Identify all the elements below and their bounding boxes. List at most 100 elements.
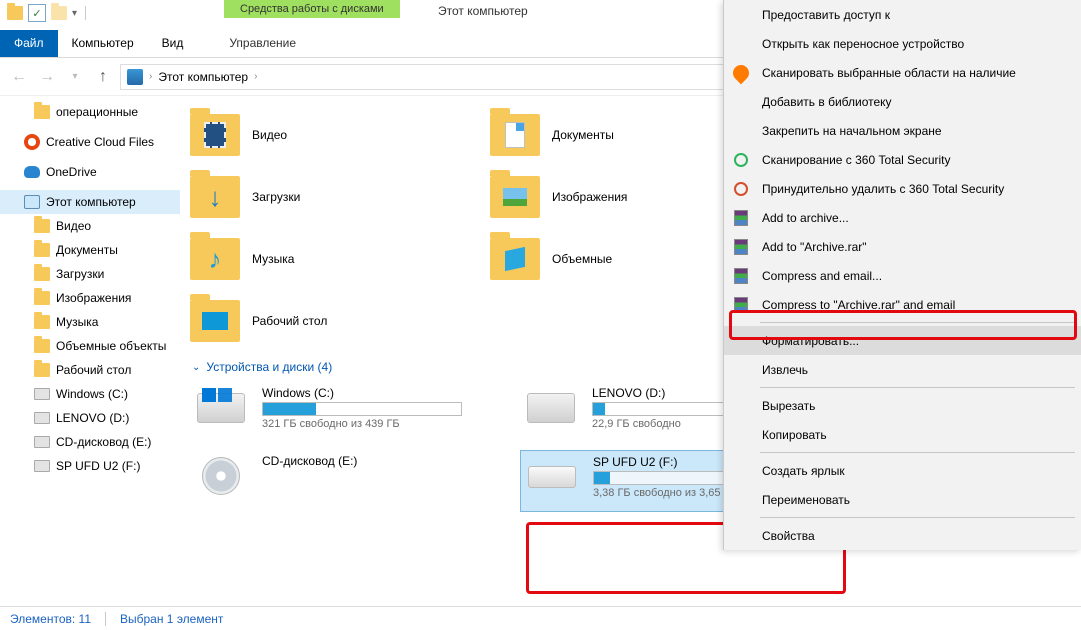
tree-label: CD-дисковод (E:) <box>56 435 151 449</box>
documents-icon <box>34 243 50 257</box>
context-menu-label: Извлечь <box>762 363 808 377</box>
context-menu-label: Compress to "Archive.rar" and email <box>762 298 955 312</box>
recent-dropdown-icon[interactable]: ▾ <box>64 66 86 88</box>
context-menu-label: Копировать <box>762 428 827 442</box>
context-menu: Предоставить доступ к Открыть как перенос… <box>723 0 1081 550</box>
context-menu-label: Сканировать выбранные области на наличие <box>762 66 1016 80</box>
winrar-icon <box>732 296 750 314</box>
context-menu-item[interactable]: Форматировать... <box>724 326 1081 355</box>
drive-name: CD-дисковод (E:) <box>262 454 482 468</box>
chevron-right-icon[interactable]: › <box>149 71 152 82</box>
tab-manage[interactable]: Управление <box>215 30 310 57</box>
context-menu-label: Форматировать... <box>762 334 859 348</box>
context-menu-label: Добавить в библиотеку <box>762 95 892 109</box>
capacity-bar <box>262 402 462 416</box>
context-menu-item[interactable]: Предоставить доступ к <box>724 0 1081 29</box>
forward-button[interactable]: → <box>36 66 58 88</box>
folder-music[interactable]: ♪Музыка <box>190 228 490 290</box>
context-menu-label: Принудительно удалить с 360 Total Securi… <box>762 182 1004 196</box>
context-menu-item[interactable]: Add to "Archive.rar" <box>724 232 1081 261</box>
tree-item[interactable]: Рабочий стол <box>0 358 180 382</box>
context-menu-item[interactable]: Создать ярлык <box>724 456 1081 485</box>
context-menu-item[interactable]: Копировать <box>724 420 1081 449</box>
context-menu-item[interactable]: Извлечь <box>724 355 1081 384</box>
tree-item[interactable]: Видео <box>0 214 180 238</box>
chevron-right-icon[interactable]: › <box>254 71 257 82</box>
context-menu-item[interactable]: Переименовать <box>724 485 1081 514</box>
context-menu-item[interactable]: Add to archive... <box>724 203 1081 232</box>
context-menu-label: Закрепить на начальном экране <box>762 124 942 138</box>
tab-file[interactable]: Файл <box>0 30 58 57</box>
tree-item[interactable]: Изображения <box>0 286 180 310</box>
context-menu-label: Открыть как переносное устройство <box>762 37 964 51</box>
folder-label: Объемные <box>552 252 612 266</box>
qat-dropdown-icon[interactable]: ▾ <box>72 8 77 19</box>
drive-name: Windows (C:) <box>262 386 482 400</box>
documents-folder-icon <box>490 114 540 156</box>
context-menu-item[interactable]: Вырезать <box>724 391 1081 420</box>
tree-item[interactable]: Загрузки <box>0 262 180 286</box>
folder-label: Музыка <box>252 252 294 266</box>
context-menu-item[interactable]: Compress to "Archive.rar" and email <box>724 290 1081 319</box>
folder-label: Рабочий стол <box>252 314 327 328</box>
desktop-folder-icon <box>190 300 240 342</box>
pictures-folder-icon <box>490 176 540 218</box>
properties-qat-icon[interactable] <box>50 4 68 22</box>
tree-label: Объемные объекты <box>56 339 166 353</box>
folder-desktop[interactable]: Рабочий стол <box>190 290 490 352</box>
tree-item[interactable]: SP UFD U2 (F:) <box>0 454 180 478</box>
cd-drive-icon <box>34 436 50 448</box>
drive-icon <box>34 412 50 424</box>
menu-separator <box>760 322 1075 323</box>
context-menu-item[interactable]: Принудительно удалить с 360 Total Securi… <box>724 174 1081 203</box>
drive-icon <box>34 388 50 400</box>
menu-separator <box>760 517 1075 518</box>
chevron-down-icon: ⌄ <box>192 362 200 373</box>
context-menu-item[interactable]: Сканировать выбранные области на наличие <box>724 58 1081 87</box>
folder-video[interactable]: Видео <box>190 104 490 166</box>
video-icon <box>34 219 50 233</box>
folder-label: Загрузки <box>252 190 300 204</box>
tab-view[interactable]: Вид <box>148 30 198 57</box>
tree-label: операционные <box>56 105 138 119</box>
tree-item-this-pc[interactable]: Этот компьютер <box>0 190 180 214</box>
separator <box>105 612 106 626</box>
up-button[interactable]: ↑ <box>92 66 114 88</box>
context-menu-item[interactable]: Добавить в библиотеку <box>724 87 1081 116</box>
tree-label: LENOVO (D:) <box>56 411 129 425</box>
checkbox-icon[interactable]: ✓ <box>28 4 46 22</box>
drive-windows-c[interactable]: Windows (C:) 321 ГБ свободно из 439 ГБ <box>190 382 490 444</box>
tree-label: Windows (C:) <box>56 387 128 401</box>
tree-label: Creative Cloud Files <box>46 135 154 149</box>
breadcrumb-root[interactable]: Этот компьютер <box>158 70 248 84</box>
drive-free-space: 321 ГБ свободно из 439 ГБ <box>262 418 482 430</box>
context-menu-item[interactable]: Закрепить на начальном экране <box>724 116 1081 145</box>
tree-item[interactable]: операционные <box>0 100 180 124</box>
menu-separator <box>760 452 1075 453</box>
back-button[interactable]: ← <box>8 66 30 88</box>
context-menu-label: Создать ярлык <box>762 464 845 478</box>
context-menu-label: Compress and email... <box>762 269 882 283</box>
context-menu-label: Сканирование с 360 Total Security <box>762 153 951 167</box>
context-menu-item[interactable]: Свойства <box>724 521 1081 550</box>
tree-item[interactable]: Музыка <box>0 310 180 334</box>
winrar-icon <box>732 209 750 227</box>
tree-item[interactable]: CD-дисковод (E:) <box>0 430 180 454</box>
context-menu-item[interactable]: Compress and email... <box>724 261 1081 290</box>
tree-item[interactable]: Creative Cloud Files <box>0 130 180 154</box>
cd-icon <box>202 457 240 495</box>
downloads-icon <box>34 267 50 281</box>
folder-downloads[interactable]: ↓Загрузки <box>190 166 490 228</box>
pc-icon <box>127 69 143 85</box>
tab-computer[interactable]: Компьютер <box>58 30 148 57</box>
context-menu-item[interactable]: Открыть как переносное устройство <box>724 29 1081 58</box>
tree-item[interactable]: LENOVO (D:) <box>0 406 180 430</box>
3d-folder-icon <box>490 238 540 280</box>
context-menu-item[interactable]: Сканирование с 360 Total Security <box>724 145 1081 174</box>
tree-item[interactable]: Документы <box>0 238 180 262</box>
ribbon-contextual-header: Средства работы с дисками <box>224 0 400 18</box>
tree-item[interactable]: OneDrive <box>0 160 180 184</box>
tree-item[interactable]: Объемные объекты <box>0 334 180 358</box>
drive-cd-e[interactable]: CD-дисковод (E:) <box>190 450 490 512</box>
tree-item[interactable]: Windows (C:) <box>0 382 180 406</box>
